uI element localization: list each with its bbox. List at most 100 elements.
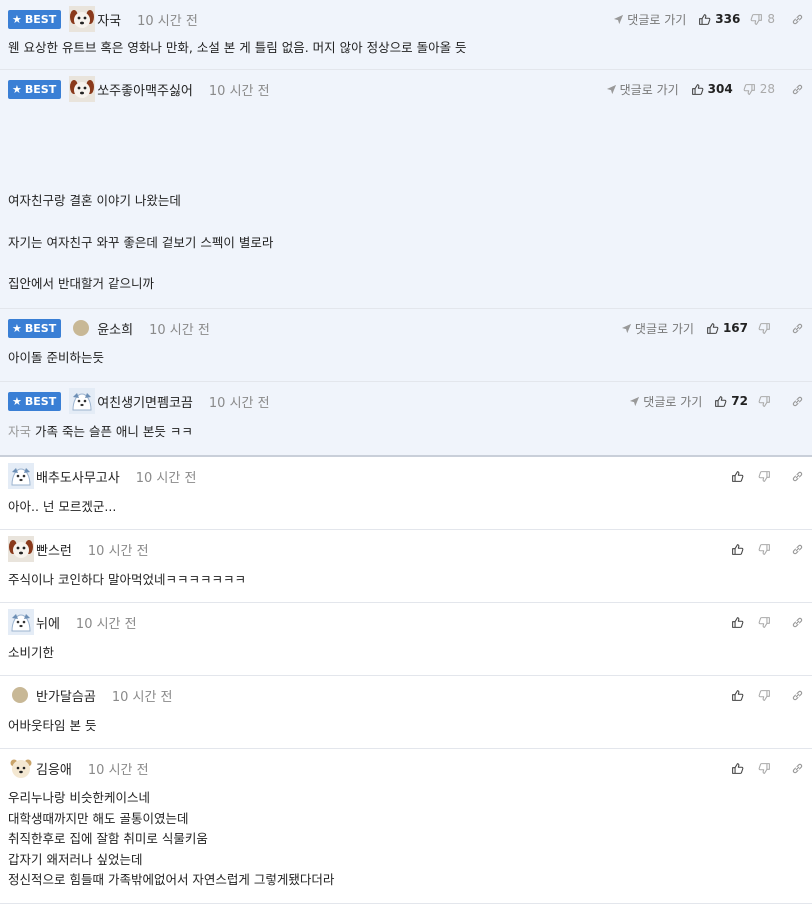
nickname[interactable]: 반가달슴곰 [36, 686, 96, 705]
timestamp: 10 시간 전 [137, 13, 198, 29]
avatar[interactable] [8, 609, 34, 635]
comment-item: 뉘에 10 시간 전소비기한 [0, 603, 812, 676]
nickname[interactable]: 쏘주좋아맥주싫어 [97, 80, 193, 99]
comment-body: 소비기한 [8, 643, 804, 664]
comment-text-line: 주식이나 코인하다 말아먹었네ㅋㅋㅋㅋㅋㅋㅋ [8, 570, 804, 591]
best-label: BEST [24, 12, 57, 26]
downvote-count: 8 [767, 12, 775, 26]
comment-item: ★ BEST 윤소희 10 시간 전 댓글로 가기 167 아이돌 준비하는듯 [0, 309, 812, 382]
nickname[interactable]: 빤스런 [36, 540, 72, 559]
avatar[interactable] [8, 755, 34, 781]
comment-body: 주식이나 코인하다 말아먹었네ㅋㅋㅋㅋㅋㅋㅋ [8, 570, 804, 591]
copy-link-button[interactable] [791, 13, 804, 26]
copy-link-button[interactable] [791, 83, 804, 96]
copy-link-button[interactable] [791, 395, 804, 408]
go-to-reply-button[interactable]: 댓글로 가기 [629, 393, 702, 410]
downvote-button[interactable] [758, 395, 775, 408]
avatar[interactable] [8, 536, 34, 562]
downvote-button[interactable] [758, 543, 775, 556]
comment-text: 자기는 여자친구 와꾸 좋은데 겉보기 스펙이 별로라 [8, 234, 274, 250]
comment-text: 아아.. 넌 모르겠군... [8, 499, 117, 514]
nickname[interactable]: 여친생기면펨코끔 [97, 392, 193, 411]
comment-actions: 댓글로 가기 336 8 [613, 11, 804, 28]
avatar[interactable] [8, 463, 34, 489]
nickname[interactable]: 윤소희 [97, 319, 133, 338]
upvote-button[interactable] [731, 689, 748, 702]
downvote-button[interactable]: 8 [750, 12, 775, 26]
link-icon [791, 616, 804, 629]
comment-actions: 댓글로 가기 304 28 [606, 81, 804, 98]
comment-header: 빤스런 10 시간 전 [8, 536, 804, 562]
comment-text: 아이돌 준비하는듯 [8, 350, 104, 365]
go-to-reply-button[interactable]: 댓글로 가기 [621, 320, 694, 337]
upvote-button[interactable] [731, 543, 748, 556]
comment-actions: 댓글로 가기 167 [621, 320, 804, 337]
downvote-button[interactable] [758, 470, 775, 483]
downvote-count: 28 [759, 82, 775, 96]
link-icon [791, 543, 804, 556]
copy-link-button[interactable] [791, 470, 804, 483]
upvote-count: 304 [707, 82, 733, 96]
upvote-button[interactable] [731, 470, 748, 483]
comment-header: 배추도사무고사 10 시간 전 [8, 463, 804, 489]
best-label: BEST [24, 321, 57, 335]
comment-item: 김응애 10 시간 전우리누나랑 비슷한케이스네 대학생때까지만 해도 골통이였는데… [0, 749, 812, 904]
link-icon [791, 689, 804, 702]
thumbs-down-icon [758, 543, 775, 556]
downvote-button[interactable]: 28 [743, 82, 775, 96]
go-to-reply-button[interactable]: 댓글로 가기 [613, 11, 686, 28]
downvote-button[interactable] [758, 762, 775, 775]
mention-link[interactable]: 자국 [8, 424, 31, 439]
comment-text-line: 갑자기 왜저러나 싶었는데 [8, 850, 804, 871]
comment-header: 김응애 10 시간 전 [8, 755, 804, 781]
go-to-reply-label: 댓글로 가기 [634, 321, 694, 336]
comment-header: ★ BEST 여친생기면펨코끔 10 시간 전 댓글로 가기 72 [8, 388, 804, 414]
downvote-button[interactable] [758, 616, 775, 629]
comment-actions: 댓글로 가기 72 [629, 393, 804, 410]
comment-actions [731, 470, 804, 483]
upvote-button[interactable]: 72 [714, 394, 748, 408]
avatar[interactable] [69, 388, 96, 414]
timestamp: 10 시간 전 [208, 83, 270, 99]
copy-link-button[interactable] [791, 616, 804, 629]
comment-header: 뉘에 10 시간 전 [8, 609, 804, 635]
best-badge: ★ BEST [8, 391, 62, 411]
comment-text-line: 대학생때까지만 해도 골통이였는데 [8, 809, 804, 830]
thumbs-up-icon [731, 689, 748, 702]
avatar[interactable] [69, 76, 96, 102]
copy-link-button[interactable] [791, 322, 804, 335]
comment-body: 자국 가족 죽는 슬픈 애니 본듯 ㅋㅋ [8, 422, 804, 443]
upvote-button[interactable] [731, 762, 748, 775]
timestamp: 10 시간 전 [111, 689, 173, 705]
comment-item: 빤스런 10 시간 전주식이나 코인하다 말아먹었네ㅋㅋㅋㅋㅋㅋㅋ [0, 530, 812, 603]
nickname[interactable]: 뉘에 [36, 613, 60, 632]
downvote-button[interactable] [758, 322, 775, 335]
timestamp: 10 시간 전 [135, 470, 197, 486]
downvote-button[interactable] [758, 689, 775, 702]
thumbs-down-icon [758, 689, 775, 702]
copy-link-button[interactable] [791, 689, 804, 702]
upvote-button[interactable]: 304 [691, 82, 733, 96]
timestamp: 10 시간 전 [87, 762, 149, 778]
upvote-button[interactable]: 336 [698, 12, 740, 26]
avatar[interactable] [69, 6, 96, 32]
link-icon [791, 395, 804, 408]
avatar[interactable] [73, 320, 90, 336]
comment-list: ★ BEST 자국 10 시간 전 댓글로 가기 336 8 웬 요상한 유트브 혹은 영화나… [0, 0, 812, 904]
nickname[interactable]: 김응애 [36, 759, 72, 778]
link-icon [791, 470, 804, 483]
comment-text: 주식이나 코인하다 말아먹었네ㅋㅋㅋㅋㅋㅋㅋ [8, 572, 246, 587]
go-to-reply-label: 댓글로 가기 [643, 394, 703, 409]
go-to-reply-button[interactable]: 댓글로 가기 [606, 81, 679, 98]
comment-text: 여자친구랑 결혼 이야기 나왔는데 [8, 193, 181, 208]
comment-body: 우리누나랑 비슷한케이스네 대학생때까지만 해도 골통이였는데 취직한후로 집에 잘… [8, 788, 804, 891]
thumbs-up-icon [731, 616, 748, 629]
upvote-button[interactable]: 167 [706, 321, 748, 335]
nickname[interactable]: 배추도사무고사 [36, 467, 120, 486]
copy-link-button[interactable] [791, 762, 804, 775]
thumbs-down-icon [758, 616, 775, 629]
copy-link-button[interactable] [791, 543, 804, 556]
upvote-button[interactable] [731, 616, 748, 629]
avatar[interactable] [12, 687, 28, 703]
nickname[interactable]: 자국 [97, 10, 121, 29]
